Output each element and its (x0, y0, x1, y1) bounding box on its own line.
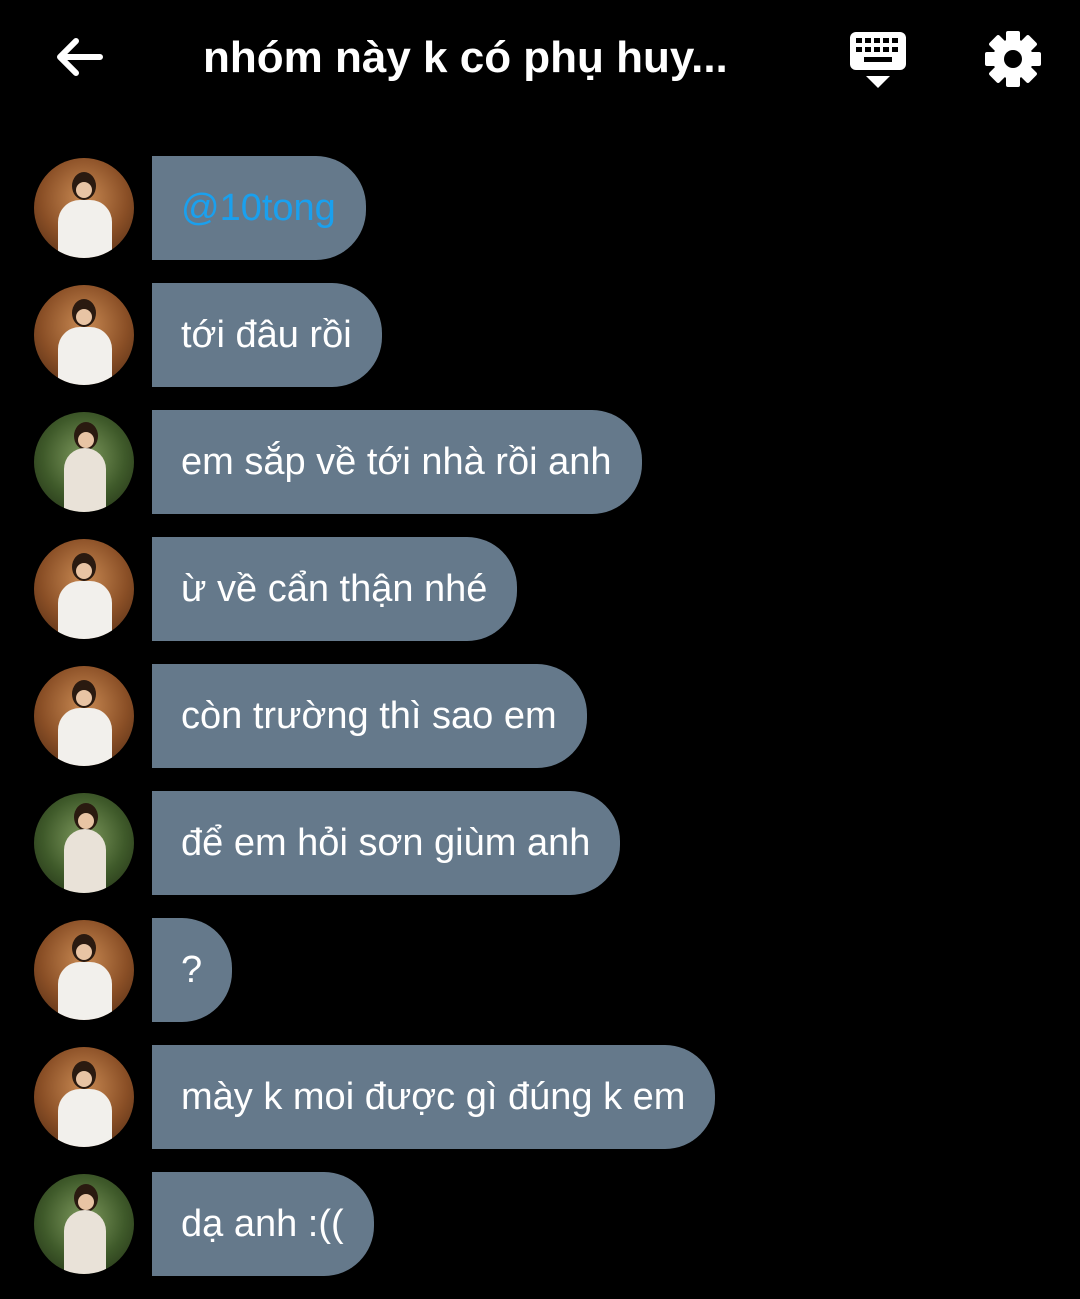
avatar[interactable] (34, 666, 134, 766)
gear-icon (985, 31, 1041, 87)
arrow-left-icon (57, 38, 103, 76)
chat-header: nhóm này k có phụ huy... (0, 0, 1080, 118)
message-bubble[interactable]: mày k moi được gì đúng k em (152, 1045, 716, 1149)
message-bubble[interactable]: còn trường thì sao em (152, 664, 587, 768)
message-row: tới đâu rồi (0, 283, 1080, 387)
message-row: @10tong (0, 156, 1080, 260)
keyboard-icon (850, 32, 906, 88)
avatar[interactable] (34, 158, 134, 258)
message-row: mày k moi được gì đúng k em (0, 1045, 1080, 1149)
message-bubble[interactable]: em sắp về tới nhà rồi anh (152, 410, 642, 514)
message-row: ừ về cẩn thận nhé (0, 537, 1080, 641)
message-bubble[interactable]: tới đâu rồi (152, 283, 382, 387)
avatar[interactable] (34, 793, 134, 893)
back-button[interactable] (46, 24, 112, 90)
message-bubble[interactable]: ? (152, 918, 233, 1022)
message-row: còn trường thì sao em (0, 664, 1080, 768)
avatar[interactable] (34, 539, 134, 639)
keyboard-button[interactable] (844, 26, 912, 92)
settings-button[interactable] (980, 26, 1046, 92)
message-bubble[interactable]: @10tong (152, 156, 366, 260)
message-bubble[interactable]: để em hỏi sơn giùm anh (152, 791, 621, 895)
avatar[interactable] (34, 412, 134, 512)
message-row: ? (0, 918, 1080, 1022)
message-bubble[interactable]: dạ anh :(( (152, 1172, 374, 1276)
message-row: em sắp về tới nhà rồi anh (0, 410, 1080, 514)
avatar[interactable] (34, 285, 134, 385)
message-list: @10tong tới đâu rồi em sắp về tới nhà rồ… (0, 156, 1080, 1299)
avatar[interactable] (34, 1047, 134, 1147)
message-bubble[interactable]: ừ về cẩn thận nhé (152, 537, 518, 641)
message-row: dạ anh :(( (0, 1172, 1080, 1276)
message-row: để em hỏi sơn giùm anh (0, 791, 1080, 895)
avatar[interactable] (34, 1174, 134, 1274)
avatar[interactable] (34, 920, 134, 1020)
chat-title: nhóm này k có phụ huy... (203, 33, 728, 82)
